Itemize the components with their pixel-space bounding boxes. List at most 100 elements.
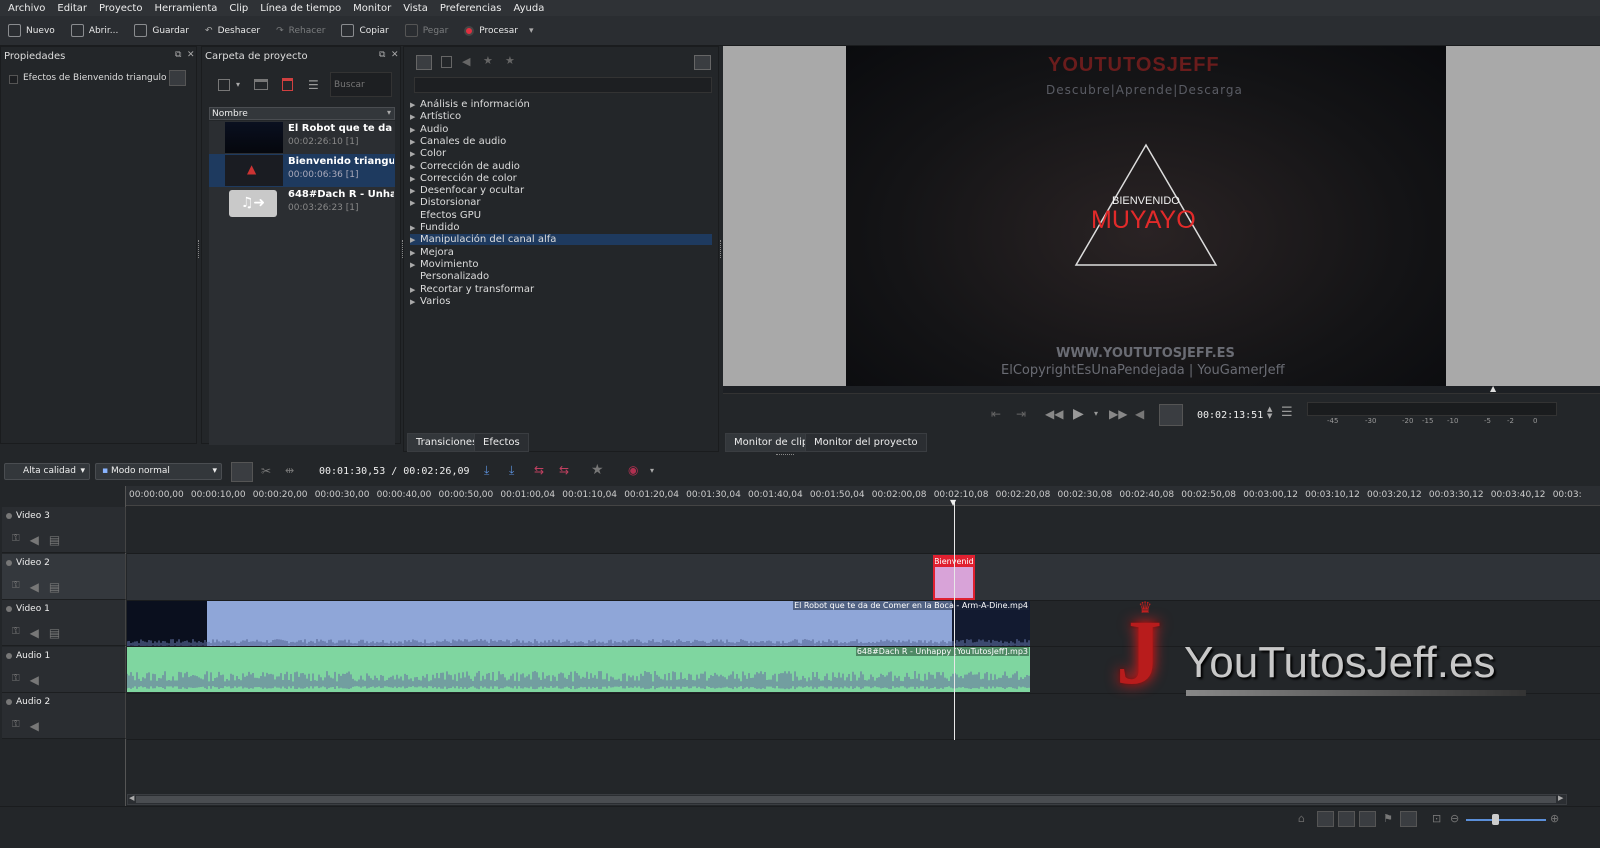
expand-arrow-icon[interactable]: ▶ bbox=[410, 286, 420, 294]
effect-category-item[interactable]: ▶ Desenfocar y ocultar bbox=[410, 185, 524, 196]
monitor-timecode[interactable]: 00:02:13:51 bbox=[1197, 410, 1263, 421]
effects-search-input[interactable] bbox=[414, 77, 712, 93]
menu-icon[interactable]: ☰ bbox=[308, 78, 319, 92]
chevron-down-icon[interactable]: ▾ bbox=[650, 466, 654, 475]
timeline-scrollbar[interactable] bbox=[127, 794, 1567, 805]
effect-category-item[interactable]: ▶ Corrección de color bbox=[410, 173, 517, 184]
expand-arrow-icon[interactable]: ▶ bbox=[410, 101, 420, 109]
extract-icon[interactable]: ⇆ bbox=[559, 463, 569, 477]
expand-arrow-icon[interactable]: ▶ bbox=[410, 175, 420, 183]
zoom-in-icon[interactable]: ⊕ bbox=[1550, 812, 1559, 825]
menu-ayuda[interactable]: Ayuda bbox=[513, 3, 544, 14]
splitter-handle[interactable] bbox=[776, 454, 794, 456]
hide-video-icon[interactable]: ▤ bbox=[49, 533, 60, 547]
fit-zoom-icon[interactable]: ⊡ bbox=[1432, 812, 1441, 825]
mode-select[interactable]: ▪ Modo normal ▾ bbox=[95, 463, 222, 480]
timeline-position[interactable]: 00:01:30,53 / 00:02:26,09 bbox=[319, 466, 470, 477]
selection-tool-button[interactable] bbox=[231, 462, 253, 482]
effect-category-item[interactable]: ▶ Color bbox=[410, 148, 446, 159]
video-clip[interactable]: El Robot que te da de Comer en la Boca -… bbox=[127, 601, 1030, 646]
lock-icon[interactable]: ⚿ bbox=[12, 673, 20, 687]
undo-button[interactable]: ↶ Deshacer bbox=[205, 26, 260, 36]
delete-icon[interactable] bbox=[282, 78, 293, 91]
menu-editar[interactable]: Editar bbox=[57, 3, 87, 14]
lock-icon[interactable]: ⚿ bbox=[12, 626, 20, 640]
list-item[interactable]: ♫➜ 648#Dach R - Unhappy 00:03:26:23 [1] bbox=[209, 187, 395, 220]
splitter-handle[interactable] bbox=[198, 240, 200, 258]
effect-category-item[interactable]: ▶ Recortar y transformar bbox=[410, 284, 534, 295]
rewind-icon[interactable]: ◀◀ bbox=[1045, 407, 1063, 421]
track-header[interactable]: Video 1 ⚿ ◀ ▤ bbox=[2, 600, 126, 646]
video-effects-icon[interactable] bbox=[441, 56, 452, 68]
expand-arrow-icon[interactable]: ▶ bbox=[410, 113, 420, 121]
effect-category-item[interactable]: ▶ Fundido bbox=[410, 222, 459, 233]
copy-button[interactable]: Copiar bbox=[341, 24, 389, 37]
mute-icon[interactable]: ◀ bbox=[30, 673, 39, 687]
effects-view-toggle-icon[interactable] bbox=[416, 55, 432, 70]
panel-float-icon[interactable]: ⧉ bbox=[175, 50, 181, 60]
favorite-effects-icon[interactable]: ★ bbox=[505, 54, 515, 67]
redo-button[interactable]: ↷ Rehacer bbox=[276, 26, 325, 36]
playhead-handle-icon[interactable]: ▼ bbox=[950, 498, 956, 507]
list-item[interactable]: El Robot que te da de C 00:02:26:10 [1] bbox=[209, 121, 395, 154]
expand-arrow-icon[interactable]: ▶ bbox=[410, 298, 420, 306]
effects-settings-button[interactable] bbox=[694, 55, 711, 70]
favorite-icon[interactable]: ★ bbox=[591, 462, 604, 478]
timeline-playhead[interactable] bbox=[954, 500, 955, 740]
mute-icon[interactable]: ◀ bbox=[30, 719, 39, 733]
expand-arrow-icon[interactable]: ▶ bbox=[410, 261, 420, 269]
monitor-menu-icon[interactable]: ☰ bbox=[1281, 405, 1293, 420]
effect-category-item[interactable]: ▶ Manipulación del canal alfa bbox=[410, 234, 712, 246]
new-button[interactable]: Nuevo bbox=[8, 24, 55, 37]
monitor-seek-bar[interactable] bbox=[723, 386, 1600, 394]
view-mode-button[interactable] bbox=[1400, 811, 1417, 827]
insert-icon[interactable]: ⤓ bbox=[484, 463, 489, 478]
close-icon[interactable]: ✕ bbox=[391, 50, 399, 60]
volume-icon[interactable]: ◀ bbox=[1135, 407, 1144, 421]
expand-arrow-icon[interactable]: ▶ bbox=[410, 126, 420, 134]
effect-category-item[interactable]: ▶ Canales de audio bbox=[410, 136, 506, 147]
paste-button[interactable]: Pegar bbox=[404, 24, 448, 37]
lift-icon[interactable]: ⇆ bbox=[534, 463, 544, 477]
expand-arrow-icon[interactable]: ▶ bbox=[410, 249, 420, 257]
expand-arrow-icon[interactable]: ▶ bbox=[410, 187, 420, 195]
tab-effects[interactable]: Efectos bbox=[474, 433, 529, 452]
name-column-header[interactable]: Nombre ▾ bbox=[209, 107, 395, 120]
audio-clip[interactable]: 648#Dach R - Unhappy [YouTutosJeff].mp3 bbox=[127, 647, 1030, 692]
track-header[interactable]: Audio 1 ⚿ ◀ bbox=[2, 647, 126, 693]
spinner-icon[interactable]: ▲ ▼ bbox=[1267, 406, 1272, 420]
expand-arrow-icon[interactable]: ▶ bbox=[410, 224, 420, 232]
add-clip-icon[interactable] bbox=[218, 79, 230, 91]
forward-icon[interactable]: ▶▶ bbox=[1109, 407, 1127, 421]
record-icon[interactable]: ◉ bbox=[628, 463, 638, 477]
splitter-handle[interactable] bbox=[402, 240, 404, 258]
track-header[interactable]: Video 2 ⚿ ◀ ▤ bbox=[2, 554, 126, 600]
tab-project-monitor[interactable]: Monitor del proyecto bbox=[805, 433, 927, 452]
menu-monitor[interactable]: Monitor bbox=[353, 3, 391, 14]
trash-icon[interactable]: ⌂ bbox=[1298, 812, 1305, 825]
zoom-slider[interactable] bbox=[1466, 819, 1546, 821]
folder-icon[interactable] bbox=[254, 79, 268, 90]
properties-menu-button[interactable] bbox=[169, 70, 186, 86]
mute-icon[interactable]: ◀ bbox=[30, 626, 39, 640]
effect-category-item[interactable]: Personalizado bbox=[410, 271, 489, 282]
lock-icon[interactable]: ⚿ bbox=[12, 533, 20, 547]
expand-arrow-icon[interactable]: ▶ bbox=[410, 163, 420, 171]
effect-category-item[interactable]: ▶ Corrección de audio bbox=[410, 161, 520, 172]
menu-archivo[interactable]: Archivo bbox=[8, 3, 45, 14]
hide-video-icon[interactable]: ▤ bbox=[49, 580, 60, 594]
chevron-down-icon[interactable]: ▾ bbox=[236, 80, 240, 89]
expand-arrow-icon[interactable]: ▶ bbox=[410, 236, 420, 244]
expand-arrow-icon[interactable]: ▶ bbox=[410, 199, 420, 207]
properties-checkbox[interactable] bbox=[9, 75, 18, 84]
menu-proyecto[interactable]: Proyecto bbox=[99, 3, 142, 14]
mute-icon[interactable]: ◀ bbox=[30, 580, 39, 594]
scrollbar-handle[interactable] bbox=[136, 796, 1556, 803]
effect-category-item[interactable]: ▶ Movimiento bbox=[410, 259, 479, 270]
track-header[interactable]: Video 3 ⚿ ◀ ▤ bbox=[2, 507, 126, 553]
mute-icon[interactable]: ◀ bbox=[30, 533, 39, 547]
spacer-tool-icon[interactable]: ⇹ bbox=[285, 464, 294, 477]
view-mode-button[interactable] bbox=[1317, 811, 1334, 827]
scroll-right-icon[interactable]: ▶ bbox=[1558, 794, 1563, 802]
hide-video-icon[interactable]: ▤ bbox=[49, 626, 60, 640]
